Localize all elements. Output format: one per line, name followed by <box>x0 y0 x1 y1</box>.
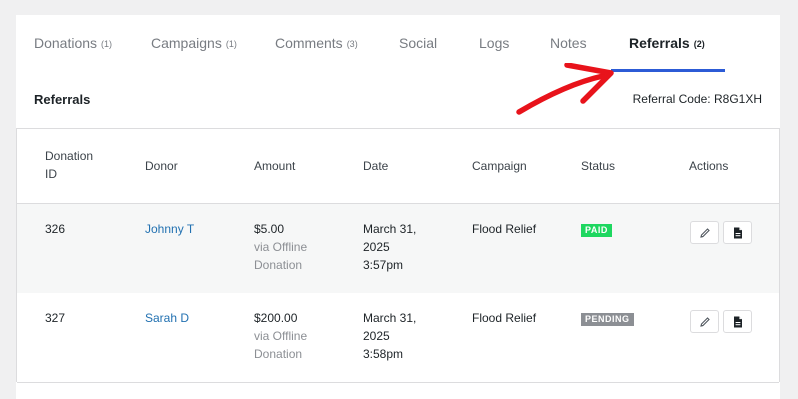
header-actions: Actions <box>689 159 729 173</box>
edit-button[interactable] <box>690 310 719 333</box>
donation-id: 326 <box>45 222 66 236</box>
view-receipt-button[interactable] <box>723 221 752 244</box>
table-row: 327 Sarah D $200.00 via Offline Donation… <box>17 293 779 383</box>
date-year: 2025 <box>363 240 390 254</box>
tab-count: (3) <box>346 39 358 49</box>
tab-label: Comments <box>275 35 343 51</box>
status-badge: PAID <box>581 224 612 237</box>
tab-label: Referrals <box>629 35 690 51</box>
referrals-table: Donation ID Donor Amount Date Campaign S… <box>16 128 780 383</box>
tab-notes[interactable]: Notes <box>550 35 587 51</box>
tab-comments[interactable]: Comments (3) <box>275 35 358 51</box>
header-donation-id: Donation ID <box>45 147 93 183</box>
header-donor: Donor <box>145 159 178 173</box>
campaign-cell: Flood Relief <box>472 311 537 325</box>
tab-logs[interactable]: Logs <box>479 35 509 51</box>
amount-cell: $5.00 via Offline Donation <box>254 220 307 274</box>
header-date: Date <box>363 159 389 173</box>
document-icon <box>733 227 742 238</box>
date-time: 3:57pm <box>363 258 404 272</box>
header-id-line2: ID <box>45 167 57 181</box>
header-amount: Amount <box>254 159 296 173</box>
tab-label: Donations <box>34 35 98 51</box>
active-tab-indicator <box>611 69 725 72</box>
referral-code: Referral Code: R8G1XH <box>632 92 762 106</box>
amount-value: $5.00 <box>254 222 285 236</box>
date-cell: March 31, 2025 3:57pm <box>363 220 416 274</box>
donation-id: 327 <box>45 311 66 325</box>
donor-detail-card: Donations (1) Campaigns (1) Comments (3) So… <box>16 15 780 399</box>
tab-count: (2) <box>693 39 705 49</box>
tab-label: Notes <box>550 35 587 51</box>
tab-referrals[interactable]: Referrals (2) <box>629 35 705 51</box>
table-row: 326 Johnny T $5.00 via Offline Donation … <box>17 204 779 293</box>
view-receipt-button[interactable] <box>723 310 752 333</box>
table-header: Donation ID Donor Amount Date Campaign S… <box>17 129 779 204</box>
document-icon <box>733 316 742 327</box>
tab-bar: Donations (1) Campaigns (1) Comments (3) So… <box>16 15 780 73</box>
campaign-cell: Flood Relief <box>472 222 537 236</box>
header-id-line1: Donation <box>45 149 94 163</box>
red-arrow-annotation-icon <box>516 63 614 115</box>
tab-count: (1) <box>101 39 113 49</box>
tab-label: Logs <box>479 35 510 51</box>
amount-value: $200.00 <box>254 311 298 325</box>
header-campaign: Campaign <box>472 159 527 173</box>
date-cell: March 31, 2025 3:58pm <box>363 309 416 363</box>
payment-method: via Offline <box>254 240 308 254</box>
edit-button[interactable] <box>690 221 719 244</box>
payment-method-type: Donation <box>254 347 303 361</box>
section-title: Referrals <box>34 92 91 107</box>
tab-campaigns[interactable]: Campaigns (1) <box>151 35 237 51</box>
tab-social[interactable]: Social <box>399 35 437 51</box>
date-line: March 31, <box>363 311 417 325</box>
tab-donations[interactable]: Donations (1) <box>34 35 112 51</box>
status-badge: PENDING <box>581 313 634 326</box>
payment-method: via Offline <box>254 329 308 343</box>
amount-cell: $200.00 via Offline Donation <box>254 309 307 363</box>
date-year: 2025 <box>363 329 390 343</box>
pencil-icon <box>699 316 710 327</box>
payment-method-type: Donation <box>254 258 303 272</box>
tab-label: Campaigns <box>151 35 222 51</box>
tab-label: Social <box>399 35 438 51</box>
donor-link[interactable]: Sarah D <box>145 309 189 327</box>
header-status: Status <box>581 159 616 173</box>
date-time: 3:58pm <box>363 347 404 361</box>
donor-link[interactable]: Johnny T <box>145 220 194 238</box>
tab-count: (1) <box>225 39 237 49</box>
pencil-icon <box>699 227 710 238</box>
date-line: March 31, <box>363 222 417 236</box>
